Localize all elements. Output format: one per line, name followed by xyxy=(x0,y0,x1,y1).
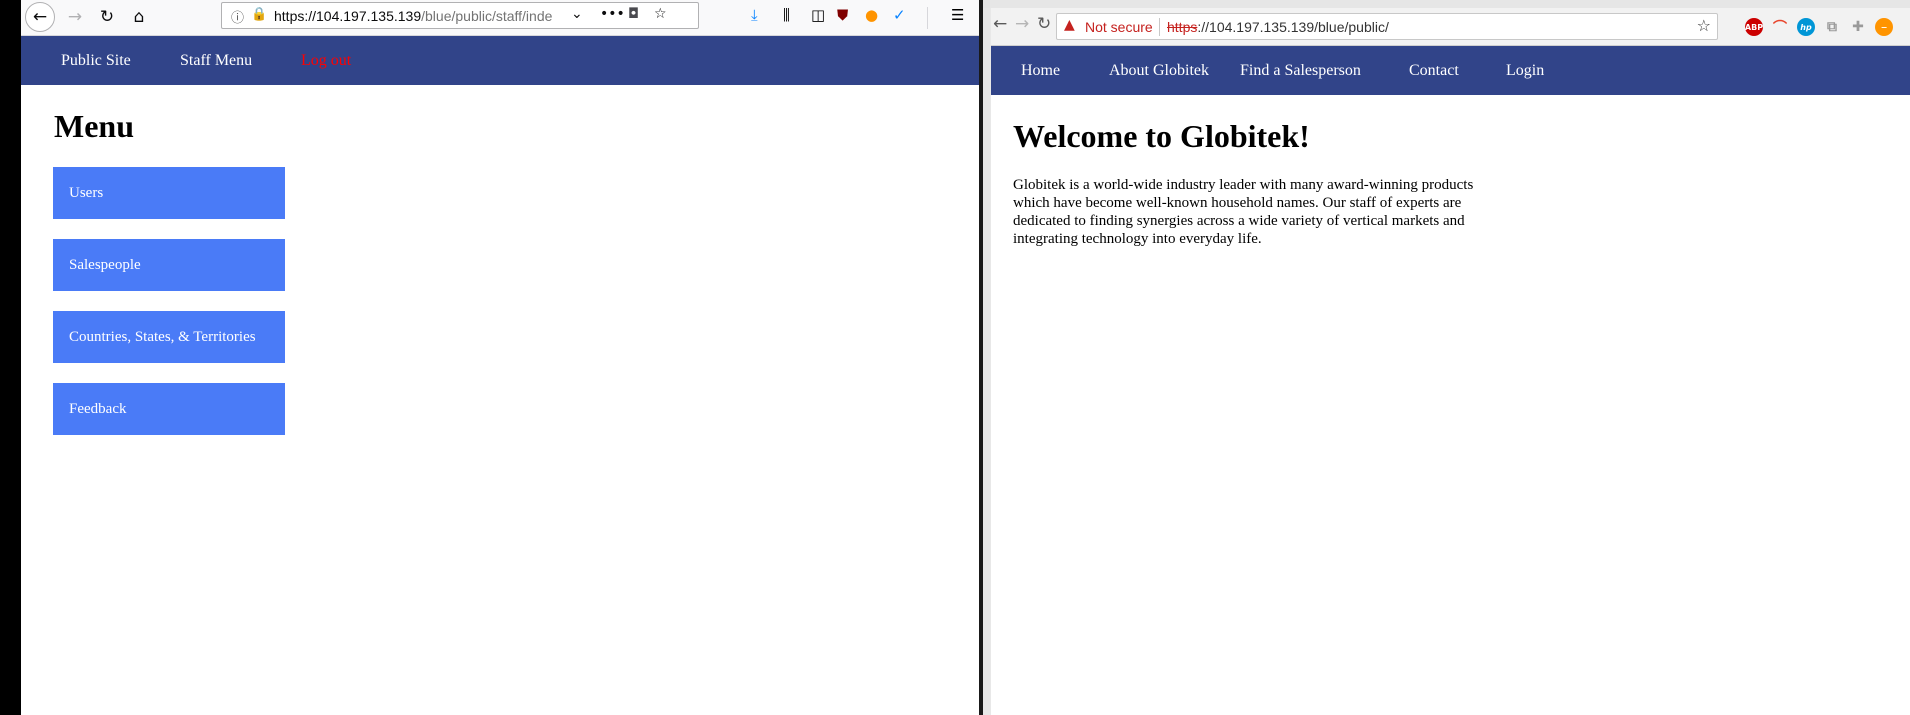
pocket-icon[interactable]: ◘ xyxy=(628,6,639,22)
menu-button-salespeople[interactable]: Salespeople xyxy=(53,239,285,291)
extension-icon[interactable]: ✚ xyxy=(1849,18,1867,36)
bookmark-star-icon[interactable]: ☆ xyxy=(654,6,667,22)
url-host: https://104.197.135.139 xyxy=(274,8,422,24)
url-path: /blue/public/staff/inde xyxy=(421,8,553,24)
download-icon[interactable]: ⤓ xyxy=(751,6,758,24)
not-secure-label[interactable]: Not secure xyxy=(1085,19,1153,35)
back-arrow-icon[interactable]: ← xyxy=(25,2,55,32)
reload-icon[interactable]: ↻ xyxy=(93,3,121,31)
right-browser-window: ← → ↻ ▲ Not secure https://104.197.135.1… xyxy=(983,0,1910,715)
back-arrow-icon[interactable]: ← xyxy=(993,14,1007,34)
nav-find-salesperson[interactable]: Find a Salesperson xyxy=(1240,62,1361,80)
nav-home[interactable]: Home xyxy=(1021,62,1060,80)
forward-arrow-icon[interactable]: → xyxy=(61,3,89,31)
chrome-toolbar: ← → ↻ ▲ Not secure https://104.197.135.1… xyxy=(991,8,1910,46)
window-edge xyxy=(0,0,21,715)
nav-login[interactable]: Login xyxy=(1506,62,1544,80)
warning-icon: ▲ xyxy=(1064,17,1075,33)
url-text[interactable]: https://104.197.135.139/blue/public/staf… xyxy=(274,8,594,24)
intro-paragraph: Globitek is a world-wide industry leader… xyxy=(1013,177,1474,247)
extension-v-icon[interactable]: ✓ xyxy=(893,6,906,24)
nav-log-out[interactable]: Log out xyxy=(301,52,351,70)
chevron-down-icon[interactable]: ⌄ xyxy=(571,6,583,22)
nav-public-site[interactable]: Public Site xyxy=(61,52,131,70)
page-actions-icon[interactable]: ••• xyxy=(600,6,625,22)
omnibox-separator xyxy=(1159,18,1160,36)
hamburger-menu-icon[interactable]: ☰ xyxy=(951,6,964,24)
lock-warning-icon[interactable]: 🔒 xyxy=(251,7,267,22)
nav-about-globitek[interactable]: About Globitek xyxy=(1109,62,1209,80)
toolbar-separator xyxy=(927,7,928,29)
url-rest: ://104.197.135.139/blue/public/ xyxy=(1197,19,1389,35)
library-icon[interactable]: ⫼ xyxy=(783,6,790,24)
page-title: Menu xyxy=(54,108,134,144)
firefox-toolbar: ← → ↻ ⌂ ⓘ 🔒 https://104.197.135.139/blue… xyxy=(21,0,979,36)
reload-icon[interactable]: ↻ xyxy=(1037,14,1051,34)
url-text[interactable]: https://104.197.135.139/blue/public/ xyxy=(1167,19,1389,35)
menu-button-feedback[interactable]: Feedback xyxy=(53,383,285,435)
ublock-icon[interactable]: ⛊ xyxy=(837,6,848,24)
block-extension-icon[interactable]: − xyxy=(1875,18,1893,36)
forward-arrow-icon[interactable]: → xyxy=(1015,14,1029,34)
left-browser-window: ← → ↻ ⌂ ⓘ 🔒 https://104.197.135.139/blue… xyxy=(0,0,981,715)
translate-icon[interactable]: ⧉ xyxy=(1823,18,1841,36)
menu-button-users[interactable]: Users xyxy=(53,167,285,219)
staff-nav-bar: Public Site Staff Menu Log out xyxy=(21,36,979,85)
welcome-heading: Welcome to Globitek! xyxy=(1013,118,1310,154)
tab-strip xyxy=(983,0,1910,8)
url-scheme: https xyxy=(1167,19,1198,35)
menu-button-countries[interactable]: Countries, States, & Territories xyxy=(53,311,285,363)
window-shade xyxy=(983,8,991,715)
hp-icon[interactable]: hp xyxy=(1797,18,1815,36)
adblock-icon[interactable]: ABP xyxy=(1745,18,1763,36)
nav-contact[interactable]: Contact xyxy=(1409,62,1459,80)
home-icon[interactable]: ⌂ xyxy=(125,3,153,31)
omnibox[interactable]: ▲ Not secure https://104.197.135.139/blu… xyxy=(1056,13,1718,40)
sidebar-icon[interactable]: ◫ xyxy=(811,6,825,24)
info-icon[interactable]: ⓘ xyxy=(231,7,244,26)
bookmark-star-icon[interactable]: ☆ xyxy=(1697,16,1711,35)
colorful-extension-icon[interactable]: ⌒ xyxy=(1771,18,1789,36)
address-bar[interactable]: ⓘ 🔒 https://104.197.135.139/blue/public/… xyxy=(221,2,699,29)
public-nav-bar: Home About Globitek Find a Salesperson C… xyxy=(991,46,1910,95)
nav-staff-menu[interactable]: Staff Menu xyxy=(180,52,252,70)
block-extension-icon[interactable]: ● xyxy=(865,6,878,24)
